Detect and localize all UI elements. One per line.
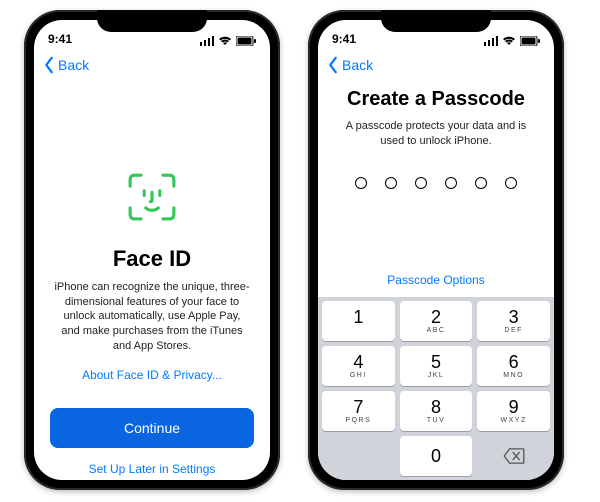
face-id-icon — [127, 172, 177, 222]
key-letters: PQRS — [345, 417, 371, 424]
passcode-options-link[interactable]: Passcode Options — [334, 273, 538, 287]
keypad-delete[interactable] — [477, 436, 550, 476]
key-number: 5 — [431, 353, 441, 371]
key-letters: MNO — [503, 372, 524, 379]
numeric-keypad: 1 2ABC3DEF4GHI5JKL6MNO7PQRS8TUV9WXYZ0 — [318, 297, 554, 480]
page-title: Create a Passcode — [334, 88, 538, 111]
continue-button[interactable]: Continue — [50, 408, 254, 448]
chevron-left-icon — [42, 56, 56, 74]
keypad-key-2[interactable]: 2ABC — [400, 301, 473, 341]
keypad-key-3[interactable]: 3DEF — [477, 301, 550, 341]
key-letters: TUV — [427, 417, 446, 424]
back-button[interactable]: Back — [326, 56, 373, 74]
passcode-dot — [445, 177, 457, 189]
page-title: Face ID — [113, 246, 191, 272]
passcode-dot — [385, 177, 397, 189]
key-number: 4 — [353, 353, 363, 371]
key-letters: GHI — [350, 372, 367, 379]
status-time: 9:41 — [332, 32, 356, 46]
cellular-icon — [484, 36, 498, 46]
key-letters: WXYZ — [501, 417, 527, 424]
chevron-left-icon — [326, 56, 340, 74]
key-letters: ABC — [427, 327, 446, 334]
key-number: 0 — [431, 447, 441, 465]
passcode-dot — [355, 177, 367, 189]
phone-faceid: 9:41 Back — [24, 10, 280, 490]
battery-icon — [236, 36, 256, 46]
keypad-key-1[interactable]: 1 — [322, 301, 395, 341]
navbar: Back — [34, 48, 270, 82]
key-letters: DEF — [504, 327, 523, 334]
page-description: iPhone can recognize the unique, three-d… — [50, 280, 254, 354]
notch — [381, 10, 491, 32]
passcode-dot — [505, 177, 517, 189]
keypad-key-9[interactable]: 9WXYZ — [477, 391, 550, 431]
about-faceid-link[interactable]: About Face ID & Privacy... — [82, 368, 222, 382]
keypad-blank — [322, 436, 395, 476]
setup-later-link[interactable]: Set Up Later in Settings — [89, 462, 216, 480]
status-time: 9:41 — [48, 32, 72, 46]
key-number: 2 — [431, 308, 441, 326]
back-label: Back — [342, 57, 373, 73]
keypad-key-4[interactable]: 4GHI — [322, 346, 395, 386]
battery-icon — [520, 36, 540, 46]
keypad-key-6[interactable]: 6MNO — [477, 346, 550, 386]
passcode-dots — [334, 177, 538, 189]
key-number: 8 — [431, 398, 441, 416]
wifi-icon — [502, 36, 516, 46]
notch — [97, 10, 207, 32]
cellular-icon — [200, 36, 214, 46]
key-number: 9 — [509, 398, 519, 416]
page-description: A passcode protects your data and is use… — [334, 119, 538, 149]
wifi-icon — [218, 36, 232, 46]
screen-faceid: 9:41 Back — [34, 20, 270, 480]
key-number: 6 — [509, 353, 519, 371]
keypad-key-7[interactable]: 7PQRS — [322, 391, 395, 431]
passcode-dot — [415, 177, 427, 189]
key-number: 3 — [509, 308, 519, 326]
screen-passcode: 9:41 Back Create a Passcode A passcode p… — [318, 20, 554, 480]
back-button[interactable]: Back — [42, 56, 89, 74]
key-number: 1 — [353, 308, 363, 326]
key-letters — [357, 327, 360, 334]
navbar: Back — [318, 48, 554, 82]
backspace-icon — [503, 448, 525, 464]
keypad-key-0[interactable]: 0 — [400, 436, 473, 476]
phone-passcode: 9:41 Back Create a Passcode A passcode p… — [308, 10, 564, 490]
passcode-dot — [475, 177, 487, 189]
keypad-key-8[interactable]: 8TUV — [400, 391, 473, 431]
key-letters: JKL — [428, 372, 445, 379]
key-number: 7 — [353, 398, 363, 416]
keypad-key-5[interactable]: 5JKL — [400, 346, 473, 386]
back-label: Back — [58, 57, 89, 73]
